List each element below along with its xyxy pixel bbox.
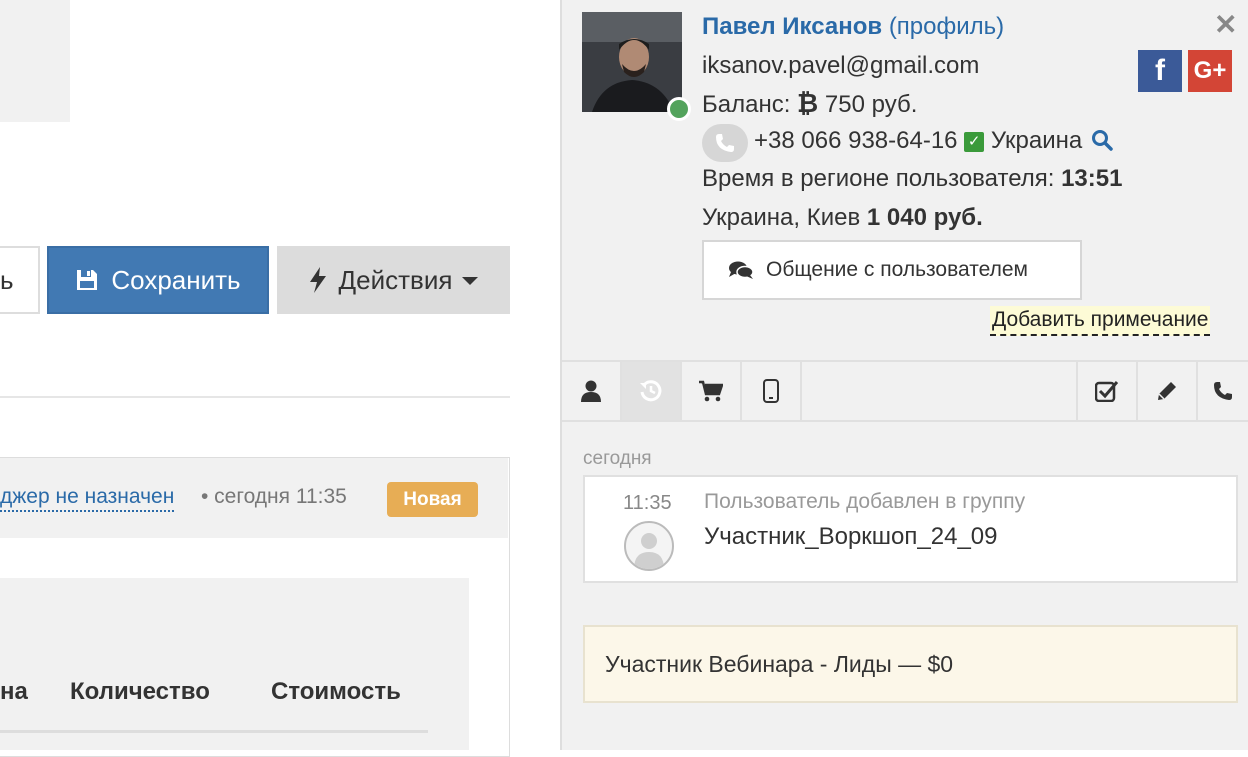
phone-line: +38 066 938-64-16 ✓ Украина xyxy=(754,126,1113,156)
phone-icon xyxy=(716,134,734,152)
user-avatar[interactable] xyxy=(582,12,682,112)
left-button-label: ь xyxy=(0,264,14,295)
tab-tasks[interactable] xyxy=(1076,362,1138,420)
mobile-icon xyxy=(763,379,779,403)
pencil-icon xyxy=(1158,382,1176,400)
deal-card[interactable]: Участник Вебинара - Лиды — $0 xyxy=(583,625,1238,703)
tab-devices[interactable] xyxy=(742,362,802,420)
close-icon[interactable]: ✕ xyxy=(1214,8,1237,41)
table-header-divider xyxy=(0,730,428,733)
tab-edit[interactable] xyxy=(1138,362,1198,420)
region-time-line: Время в регионе пользователя: 13:51 xyxy=(702,164,1122,194)
lightning-icon xyxy=(309,267,326,293)
deal-text: Участник Вебинара - Лиды — $0 xyxy=(605,650,954,677)
table-header-cost: Стоимость xyxy=(271,678,401,705)
phone-number: +38 066 938-64-16 xyxy=(754,127,958,154)
user-email: iksanov.pavel@gmail.com xyxy=(702,52,980,79)
balance-label: Баланс: xyxy=(702,91,791,118)
save-button[interactable]: Сохранить xyxy=(47,246,269,314)
location-text: Украина, Киев xyxy=(702,204,861,231)
tab-history[interactable] xyxy=(622,362,682,420)
default-avatar-icon xyxy=(624,521,674,571)
location-amount: 1 040 руб. xyxy=(866,204,983,231)
cart-icon xyxy=(699,380,723,402)
history-icon xyxy=(640,380,662,402)
phone-call-button[interactable] xyxy=(702,124,748,162)
facebook-icon[interactable]: f xyxy=(1138,50,1182,92)
region-time-label: Время в регионе пользователя: xyxy=(702,165,1055,192)
comments-icon xyxy=(729,261,754,279)
tab-calls[interactable] xyxy=(1198,362,1248,420)
user-name-link[interactable]: Павел Иксанов xyxy=(702,13,882,40)
phone-icon xyxy=(1214,382,1232,400)
chat-with-user-button[interactable]: Общение с пользователем xyxy=(702,240,1082,300)
actions-button-label: Действия xyxy=(338,264,453,295)
floppy-disk-icon xyxy=(77,270,98,290)
manager-link[interactable]: джер не назначен xyxy=(0,484,175,512)
event-body: Участник_Воркшоп_24_09 xyxy=(704,523,998,550)
verified-check-icon: ✓ xyxy=(964,132,985,152)
avatar-photo xyxy=(582,12,682,112)
tabs-bottom-border xyxy=(562,420,1248,422)
status-badge: Новая xyxy=(387,482,478,517)
online-status-indicator xyxy=(667,97,691,121)
tab-user[interactable] xyxy=(562,362,622,420)
region-time-value: 13:51 xyxy=(1061,165,1123,192)
phone-country: Украина xyxy=(990,127,1083,154)
bitcoin-icon: ₿ xyxy=(797,88,819,118)
actions-dropdown-button[interactable]: Действия xyxy=(277,246,510,314)
order-time: • сегодня 11:35 xyxy=(201,485,347,508)
timeline-day-label: сегодня xyxy=(583,448,652,469)
top-left-panel xyxy=(0,0,70,122)
event-time: 11:35 xyxy=(623,492,672,514)
event-title: Пользователь добавлен в группу xyxy=(704,490,1026,513)
profile-link[interactable]: (профиль) xyxy=(889,13,1004,40)
balance-value: 750 руб. xyxy=(824,91,918,118)
user-name-line: Павел Иксанов (профиль) xyxy=(702,12,1004,42)
location-line: Украина, Киев 1 040 руб. xyxy=(702,203,983,233)
divider xyxy=(0,396,510,398)
google-plus-icon[interactable]: G+ xyxy=(1188,50,1232,92)
table-header-quantity: Количество xyxy=(70,678,210,705)
add-note-link[interactable]: Добавить примечание xyxy=(990,306,1211,336)
left-button[interactable]: ь xyxy=(0,246,40,314)
order-table xyxy=(0,578,469,750)
user-icon xyxy=(581,380,601,402)
tab-orders[interactable] xyxy=(682,362,742,420)
search-icon[interactable] xyxy=(1091,129,1113,151)
chat-button-label: Общение с пользователем xyxy=(766,258,1028,281)
save-button-label: Сохранить xyxy=(111,264,241,295)
balance-line: Баланс: ₿ 750 руб. xyxy=(702,88,917,120)
checkbox-icon xyxy=(1095,381,1119,402)
caret-down-icon xyxy=(462,277,479,285)
table-header-name: на xyxy=(0,678,28,705)
